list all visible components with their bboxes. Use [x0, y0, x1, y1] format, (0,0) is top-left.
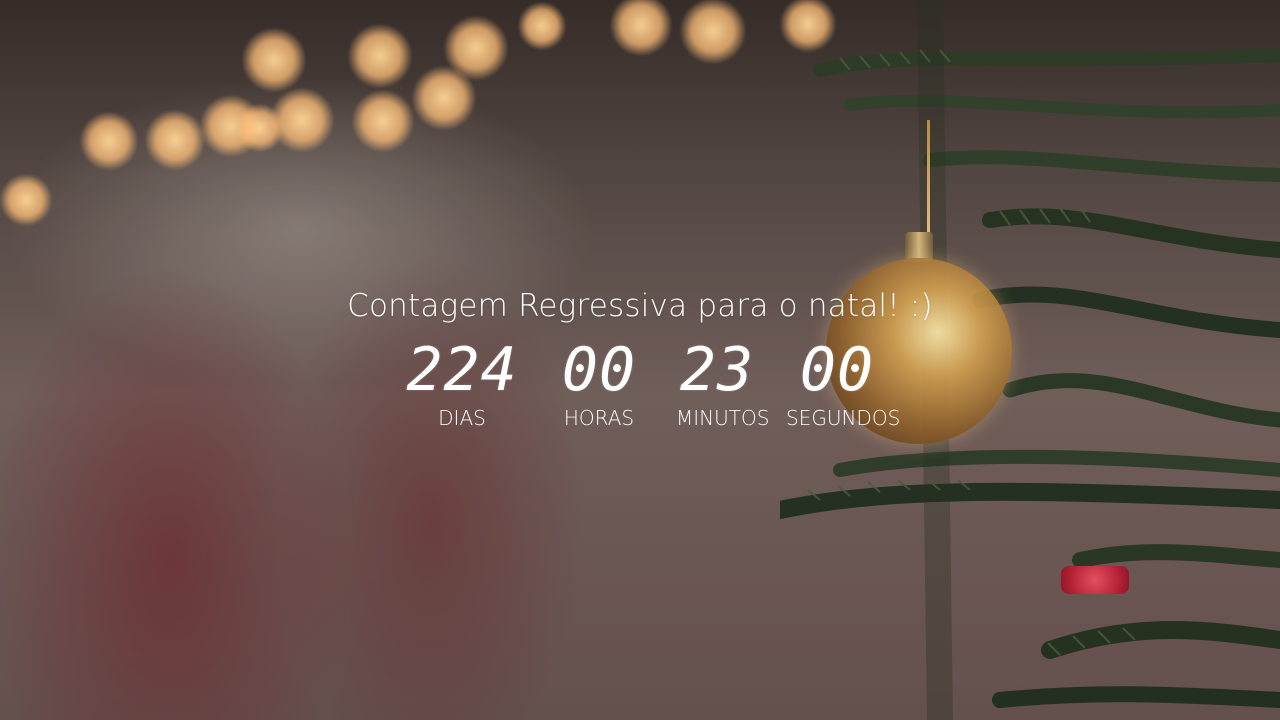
bokeh-light — [680, 0, 746, 64]
bokeh-light — [242, 28, 306, 92]
days-label: DIAS — [438, 406, 486, 430]
bokeh-light — [270, 88, 334, 152]
countdown-minutes: 23 MINUTOS — [676, 335, 770, 430]
seconds-value: 00 — [799, 335, 875, 405]
countdown-seconds: 00 SEGUNDOS — [786, 335, 901, 430]
countdown-days: 224 DIAS — [405, 340, 519, 430]
bokeh-light — [412, 66, 476, 130]
days-value: 224 — [406, 335, 518, 405]
page-title: Contagem Regressiva para o natal! :) — [347, 288, 933, 324]
bokeh-light — [0, 174, 52, 226]
bokeh-light — [80, 112, 138, 170]
seconds-label: SEGUNDOS — [786, 406, 901, 430]
minutes-value: 23 — [679, 335, 755, 405]
red-bow-icon — [1061, 566, 1129, 594]
countdown-timer: 224 DIAS 00 HORAS 23 MINUTOS 00 SEGUNDOS — [0, 340, 1280, 440]
bokeh-light — [348, 24, 412, 88]
bokeh-light — [352, 90, 414, 152]
ornament-string — [927, 120, 930, 232]
bokeh-light — [145, 110, 205, 170]
hours-value: 00 — [561, 335, 637, 405]
countdown-hours: 00 HORAS — [558, 340, 640, 430]
hours-label: HORAS — [563, 406, 635, 430]
christmas-countdown-page: Contagem Regressiva para o natal! :) 224… — [0, 0, 1280, 720]
minutes-label: MINUTOS — [676, 406, 770, 430]
bokeh-light — [518, 2, 566, 50]
countdown-content: Contagem Regressiva para o natal! :) 224… — [0, 286, 1280, 430]
